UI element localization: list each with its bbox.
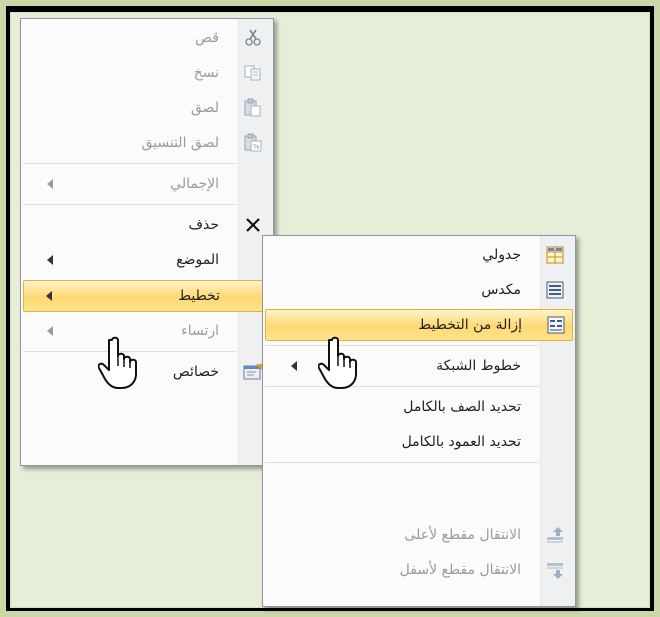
- tabular-layout-icon: [546, 246, 564, 264]
- menu-separator: [265, 345, 539, 346]
- menu-item-paste-formatting[interactable]: لصق التنسيق %: [23, 128, 271, 158]
- menu-item-select-entire-column[interactable]: تحديد العمود بالكامل: [265, 427, 573, 457]
- properties-icon: [243, 364, 262, 380]
- context-menu: قص نسخ لصق لصق التنسيق % الإجمالي حذف ال…: [20, 18, 274, 466]
- submenu-arrow-icon: [291, 361, 297, 371]
- submenu-arrow-icon: [47, 326, 53, 336]
- submenu-arrow-icon: [47, 179, 53, 189]
- menu-item-select-entire-row[interactable]: تحديد الصف بالكامل: [265, 392, 573, 422]
- menu-item-anchoring[interactable]: ارتساء: [23, 316, 271, 346]
- menu-item-label: قص: [195, 30, 219, 46]
- menu-item-delete[interactable]: حذف: [23, 210, 271, 240]
- menu-item-move-section-up[interactable]: الانتقال مقطع لأعلى: [265, 520, 573, 550]
- menu-item-layout[interactable]: تخطيط: [23, 280, 271, 312]
- hand-cursor-icon: [318, 336, 357, 389]
- menu-item-label: مكدس: [481, 282, 521, 298]
- menu-item-label: الانتقال مقطع لأعلى: [404, 527, 521, 543]
- menu-item-label: نسخ: [193, 65, 219, 81]
- menu-item-label: الإجمالي: [170, 176, 219, 192]
- menu-item-tabular[interactable]: جدولي: [265, 240, 573, 270]
- stacked-layout-icon: [546, 281, 564, 299]
- menu-separator: [265, 462, 539, 463]
- submenu-arrow-icon: [47, 255, 53, 265]
- menu-item-position[interactable]: الموضع: [23, 245, 271, 275]
- move-down-icon: [547, 563, 563, 579]
- menu-separator: [265, 386, 539, 387]
- menu-item-label: لصق التنسيق: [141, 135, 219, 151]
- menu-item-label: خطوط الشبكة: [436, 358, 521, 374]
- menu-item-properties[interactable]: خصائص: [23, 357, 271, 387]
- menu-item-label: ارتساء: [181, 323, 219, 339]
- menu-item-copy[interactable]: نسخ: [23, 58, 271, 88]
- menu-item-paste[interactable]: لصق: [23, 93, 271, 123]
- svg-text:%: %: [253, 143, 260, 151]
- scissors-icon: [245, 29, 261, 46]
- menu-item-cut[interactable]: قص: [23, 23, 271, 53]
- menu-item-label: الانتقال مقطع لأسفل: [399, 562, 521, 578]
- layout-submenu: جدولي مكدس إزالة من التخطيط خطوط الشبكة: [262, 235, 576, 607]
- menu-item-label: لصق: [190, 100, 219, 116]
- menu-item-label: الموضع: [176, 252, 219, 268]
- menu-separator: [23, 204, 237, 205]
- menu-item-move-section-down[interactable]: الانتقال مقطع لأسفل: [265, 555, 573, 585]
- hand-cursor-icon: [98, 336, 137, 389]
- menu-item-total[interactable]: الإجمالي: [23, 169, 271, 199]
- menu-separator: [23, 163, 237, 164]
- copy-icon: [244, 65, 261, 81]
- menu-item-label: تخطيط: [178, 288, 220, 304]
- paste-icon: [244, 98, 261, 117]
- menu-item-label: خصائص: [172, 364, 219, 380]
- menu-item-label: تحديد العمود بالكامل: [401, 434, 521, 450]
- menu-item-stacked[interactable]: مكدس: [265, 275, 573, 305]
- delete-x-icon: [246, 218, 260, 232]
- menu-item-label: جدولي: [482, 247, 521, 263]
- submenu-arrow-icon: [46, 291, 52, 301]
- paste-formatting-icon: %: [244, 133, 262, 152]
- menu-item-label: إزالة من التخطيط: [418, 317, 522, 333]
- menu-item-label: حذف: [188, 217, 219, 233]
- menu-item-label: تحديد الصف بالكامل: [403, 399, 521, 415]
- remove-layout-icon: [547, 316, 565, 334]
- move-up-icon: [547, 527, 563, 543]
- menu-item-gridlines[interactable]: خطوط الشبكة: [265, 351, 573, 381]
- menu-item-remove-from-layout[interactable]: إزالة من التخطيط: [265, 309, 573, 341]
